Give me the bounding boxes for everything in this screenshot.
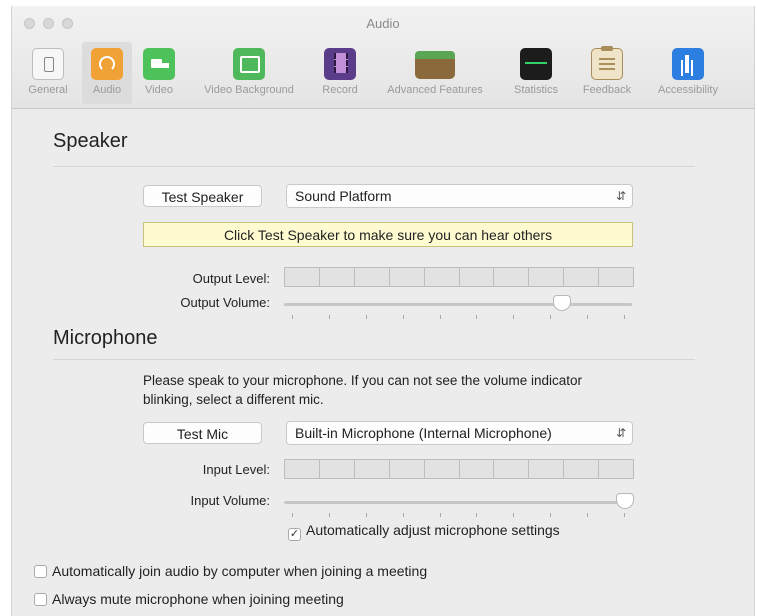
statistics-icon [520,48,552,80]
tab-label: General [28,84,68,96]
slider-tick [292,513,293,517]
input-volume-knob[interactable] [616,493,635,509]
checkmark-icon: ✓ [289,528,300,540]
video-camera-icon [143,48,175,80]
speaker-tip: Click Test Speaker to make sure you can … [143,222,633,247]
slider-tick [624,315,625,319]
slider-tick [587,513,589,517]
headphones-icon [91,48,123,80]
tab-label: Advanced Features [387,84,483,96]
test-speaker-button[interactable]: Test Speaker [143,185,262,207]
wallet-icon [415,51,455,79]
slider-tick [292,315,293,319]
clipboard-icon [591,46,623,80]
tab-video[interactable]: Video [136,42,182,104]
tab-accessibility[interactable]: Accessibility [645,42,731,104]
input-level-label: Input Level: [202,462,270,477]
always-mute-row[interactable]: Always mute microphone when joining meet… [34,591,344,607]
tab-statistics[interactable]: Statistics [503,42,569,104]
microphone-instructions: Please speak to your microphone. If you … [143,373,583,407]
microphone-device-value: Built-in Microphone (Internal Microphone… [295,425,552,441]
speaker-section-title: Speaker [53,130,128,152]
film-icon [324,48,356,80]
output-level-label: Output Level: [192,271,270,286]
microphone-divider [53,359,695,360]
tab-label: Accessibility [658,84,718,96]
output-volume-label: Output Volume: [180,295,270,310]
tab-advanced-features[interactable]: Advanced Features [370,42,500,104]
slider-tick [365,513,367,517]
output-volume-slider[interactable] [284,303,632,306]
tab-label: Statistics [513,84,558,96]
output-volume-knob[interactable] [553,295,572,311]
slider-tick [439,513,441,517]
input-volume-label: Input Volume: [190,493,271,508]
tab-audio[interactable]: Audio [82,42,132,104]
slider-tick [402,513,404,517]
image-icon [233,48,265,80]
auto-join-row[interactable]: Automatically join audio by computer whe… [34,563,427,579]
slider-tick [550,315,552,319]
auto-join-label: Automatically join audio by computer whe… [52,563,428,579]
auto-adjust-checkbox[interactable]: ✓ [288,528,301,541]
slider-tick [402,315,404,319]
chevron-up-down-icon: ⇵ [615,189,626,203]
tab-label: Video [145,84,173,96]
slider-tick [513,513,515,517]
microphone-device-select[interactable]: Built-in Microphone (Internal Microphone… [286,421,633,445]
title-bar: Audio General Audio Video Video Backgrou… [12,6,754,109]
tab-label: Audio [92,84,122,96]
input-level-meter [284,459,634,479]
chevron-up-down-icon: ⇵ [615,426,626,440]
output-level-meter [284,267,634,287]
always-mute-label: Always mute microphone when joining meet… [52,591,344,607]
slider-tick [328,315,330,319]
tab-label: Record [322,84,358,96]
speaker-device-value: Sound Platform [295,188,392,204]
microphone-section-title: Microphone [53,327,158,349]
test-mic-button[interactable]: Test Mic [143,422,262,444]
slider-tick [328,513,330,517]
general-icon [32,48,64,80]
speaker-device-select[interactable]: Sound Platform ⇵ [286,184,633,208]
tab-label: Feedback [582,84,632,96]
slider-tick [513,315,515,319]
slider-tick [476,315,478,319]
slider-tick [624,513,625,517]
tab-feedback[interactable]: Feedback [572,42,642,104]
accessibility-icon [672,48,704,80]
auto-join-checkbox[interactable] [34,565,47,578]
tab-label: Video Background [204,84,294,96]
speaker-divider [53,166,695,167]
input-volume-slider[interactable] [284,501,632,504]
slider-tick [476,513,478,517]
tab-record[interactable]: Record [314,42,366,104]
slider-tick [439,315,441,319]
always-mute-checkbox[interactable] [34,593,47,606]
slider-tick [550,513,552,517]
preferences-window: Audio General Audio Video Video Backgrou… [11,6,755,616]
auto-adjust-label: Automatically adjust microphone settings [306,522,560,538]
tab-video-background[interactable]: Video Background [187,42,311,104]
window-title: Audio [366,16,400,31]
tab-general[interactable]: General [20,42,76,104]
auto-adjust-row[interactable]: ✓ Automatically adjust microphone setting… [288,522,560,541]
slider-tick [587,315,589,319]
slider-tick [365,315,367,319]
